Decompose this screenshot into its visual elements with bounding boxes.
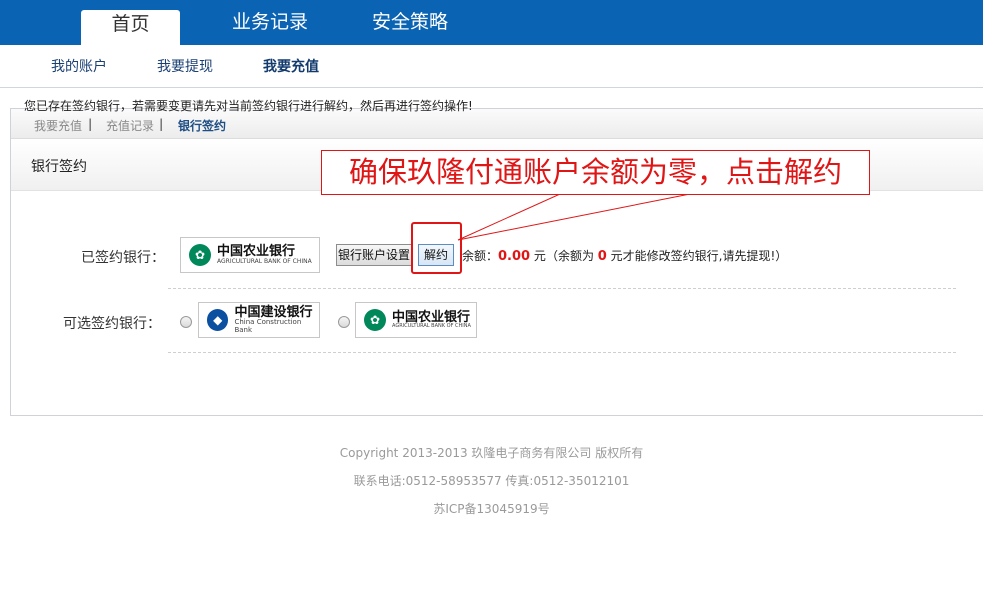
annotation-callout: 确保玖隆付通账户余额为零，点击解约 <box>321 150 870 195</box>
footer-contact: 联系电话:0512-58953577 传真:0512-35012101 <box>353 474 630 488</box>
footer-copyright: Copyright 2013-2013 玖隆电子商务有限公司 版权所有 <box>339 446 644 460</box>
footer-icp: 苏ICP备13045919号 <box>433 502 550 516</box>
